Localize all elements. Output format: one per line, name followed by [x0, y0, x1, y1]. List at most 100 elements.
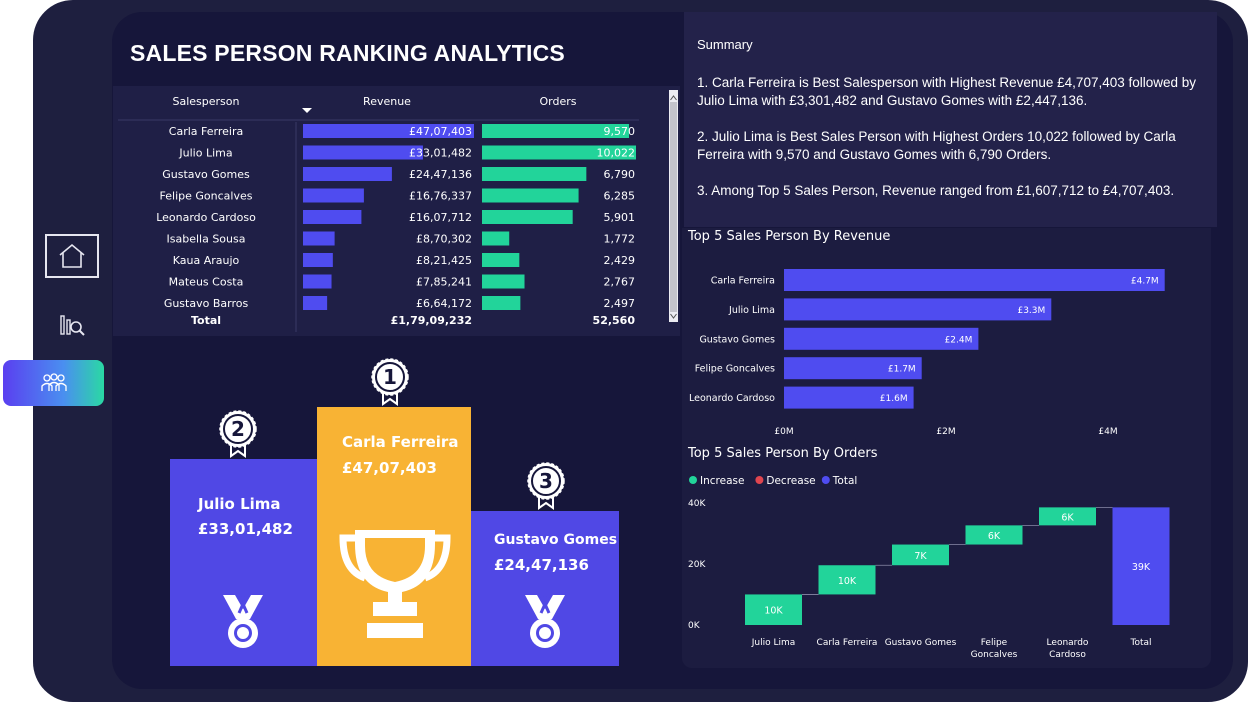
column-header[interactable]: Salesperson [173, 95, 240, 108]
column-header[interactable]: Revenue [363, 95, 411, 108]
revenue-bar[interactable] [784, 269, 1165, 291]
orders-value: 2,767 [604, 276, 636, 289]
rank-number: 3 [539, 469, 553, 493]
sort-desc-icon[interactable] [302, 108, 312, 113]
revenue-bar[interactable] [784, 298, 1052, 321]
table-row[interactable]: Mateus Costa £7,85,241 2,767 [169, 274, 636, 289]
podium-graphic: Julio Lima £33,01,482 Gustavo Gomes £24,47,… [170, 358, 619, 666]
rank-badge: 2 [219, 410, 257, 458]
data-label: 10K [764, 606, 783, 617]
people-icon [40, 373, 67, 391]
total-orders: 52,560 [593, 314, 636, 327]
page-title: SALES PERSON RANKING ANALYTICS [130, 40, 565, 66]
nav-inspect-button[interactable] [52, 304, 92, 344]
data-label: £1.6M [880, 394, 908, 404]
revenue-bar [303, 145, 423, 160]
charts: Top 5 Sales Person By Revenue Carla Ferre… [687, 229, 1170, 660]
total-row: Total £1,79,09,232 52,560 [191, 314, 635, 327]
revenue-value: £47,07,403 [409, 125, 472, 138]
total-revenue: £1,79,09,232 [391, 314, 472, 327]
table-row[interactable]: Kaua Araujo £8,21,425 2,429 [173, 253, 635, 267]
data-label: 10K [838, 576, 857, 587]
podium-name: Carla Ferreira [342, 433, 458, 451]
table-body: Salesperson Revenue Orders Carla Ferreira £4… [118, 90, 678, 332]
orders-bar [482, 231, 510, 246]
x-tick-label: £4M [1098, 427, 1117, 437]
revenue-bar [303, 274, 332, 289]
legend-label[interactable]: Increase [700, 475, 744, 487]
orders-value: 6,790 [604, 168, 636, 181]
revenue-value: £33,01,482 [409, 147, 472, 160]
orders-bar [482, 296, 521, 310]
orders-value: 2,429 [604, 254, 636, 267]
y-tick-label: 0K [688, 621, 701, 631]
orders-bar [482, 253, 520, 267]
column-header[interactable]: Orders [540, 95, 577, 108]
salesperson-name: Carla Ferreira [169, 125, 243, 138]
revenue-value: £6,64,172 [416, 297, 472, 310]
category-label: Leonardo [1047, 638, 1089, 648]
salesperson-name: Isabella Sousa [167, 233, 246, 246]
rank-badge: 3 [527, 462, 565, 510]
revenue-bar [303, 296, 328, 310]
category-label: Felipe [981, 638, 1008, 648]
summary-heading: Summary [697, 37, 753, 52]
salesperson-name: Julio Lima [178, 147, 232, 160]
rank-number: 2 [231, 417, 245, 441]
x-tick-label: £2M [936, 427, 955, 437]
category-label: Gustavo Gomes [699, 334, 775, 345]
orders-value: 9,570 [604, 125, 636, 138]
revenue-value: £16,76,337 [409, 190, 472, 203]
table-row[interactable]: Julio Lima £33,01,482 10,022 [178, 145, 636, 160]
legend-marker [755, 476, 764, 484]
category-label: Carla Ferreira [711, 276, 775, 287]
legend-marker [689, 476, 697, 484]
nav-home-button[interactable] [45, 234, 99, 278]
orders-value: 2,497 [604, 297, 636, 310]
table-row[interactable]: Gustavo Gomes £24,47,136 6,790 [162, 167, 635, 181]
data-label: £3.3M [1017, 306, 1045, 316]
salesperson-table: Salesperson Revenue Orders Carla Ferreira £4… [113, 86, 680, 336]
podium-value: £24,47,136 [494, 556, 589, 574]
nav-people-button[interactable] [3, 360, 104, 406]
salesperson-name: Leonardo Cardoso [156, 211, 256, 224]
orders-value: 5,901 [604, 211, 636, 224]
summary-point: 1. Carla Ferreira is Best Salesperson wi… [697, 75, 1197, 108]
charts-panel: Top 5 Sales Person By Revenue Carla Ferre… [682, 228, 1211, 668]
salesperson-name: Gustavo Gomes [162, 168, 250, 181]
data-label: 7K [914, 551, 927, 562]
summary-panel: Summary 1. Carla Ferreira is Best Salesp… [684, 12, 1217, 227]
data-label: £2.4M [945, 335, 973, 345]
table-scrollbar[interactable] [669, 90, 678, 322]
table-row[interactable]: Gustavo Barros £6,64,172 2,497 [164, 296, 635, 310]
table-row[interactable]: Leonardo Cardoso £16,07,712 5,901 [156, 210, 635, 224]
orders-value: 6,285 [604, 190, 636, 203]
legend-label[interactable]: Decrease [766, 475, 815, 487]
revenue-bar [303, 167, 392, 181]
chart-title: Top 5 Sales Person By Revenue [687, 229, 890, 244]
orders-bar [482, 274, 525, 289]
table-row[interactable]: Felipe Goncalves £16,76,337 6,285 [160, 188, 636, 203]
data-label: 6K [988, 531, 1001, 542]
rank-number: 1 [383, 365, 397, 389]
data-label: £1.7M [888, 365, 916, 375]
x-tick-label: £0M [774, 427, 793, 437]
scrollbar-thumb[interactable] [670, 102, 677, 312]
salesperson-name: Gustavo Barros [164, 297, 249, 310]
orders-bar [482, 167, 587, 181]
y-tick-label: 20K [688, 560, 706, 570]
category-label: Cardoso [1049, 650, 1086, 660]
revenue-value: £8,21,425 [416, 254, 472, 267]
revenue-bar [303, 253, 333, 267]
category-label: Goncalves [971, 650, 1018, 660]
data-label: 39K [1132, 562, 1151, 573]
revenue-value: £16,07,712 [409, 211, 472, 224]
table-row[interactable]: Isabella Sousa £8,70,302 1,772 [167, 231, 635, 246]
total-label: Total [191, 314, 221, 327]
revenue-value: £24,47,136 [409, 168, 472, 181]
chart-search-icon [60, 315, 85, 336]
legend-label[interactable]: Total [832, 475, 858, 487]
revenue-bar [303, 188, 364, 203]
table-row[interactable]: Carla Ferreira £47,07,403 9,570 [169, 124, 635, 138]
data-label: £4.7M [1131, 277, 1159, 287]
